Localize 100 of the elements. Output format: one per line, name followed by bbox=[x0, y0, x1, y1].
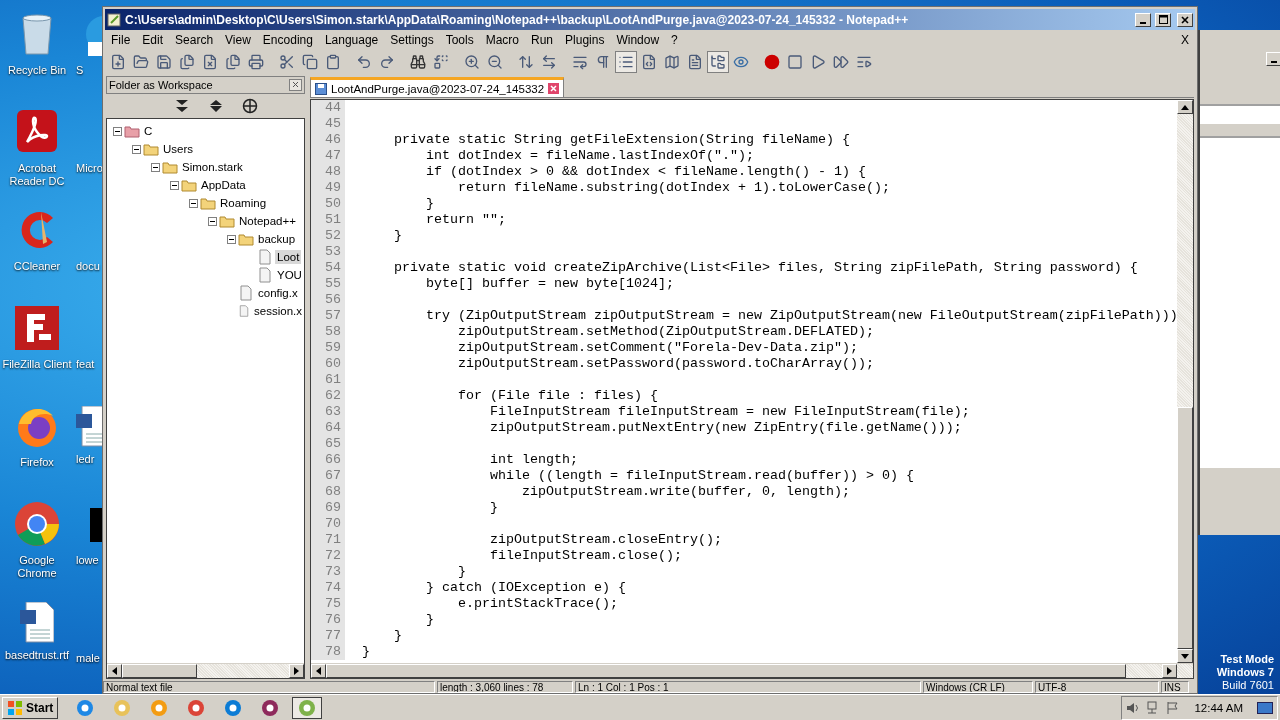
maximize-button[interactable] bbox=[1155, 12, 1171, 27]
chrome-app-icon bbox=[13, 500, 61, 548]
menu-item[interactable]: Window bbox=[610, 31, 666, 49]
close-panel-button[interactable] bbox=[289, 79, 302, 91]
scroll-thumb[interactable] bbox=[1177, 407, 1193, 649]
folder-tree-button[interactable] bbox=[707, 51, 729, 73]
document-tab[interactable]: LootAndPurge.java@2023-07-24_145332 bbox=[310, 77, 565, 97]
flag-icon[interactable] bbox=[1166, 700, 1181, 715]
menu-item[interactable]: Edit bbox=[136, 31, 170, 49]
line-number: 54 bbox=[311, 260, 345, 276]
folder-icon bbox=[181, 177, 197, 193]
tree-item[interactable]: Loot bbox=[275, 250, 302, 264]
desktop-icon-label[interactable]: S bbox=[76, 64, 84, 77]
code-line: e.printStackTrace(); bbox=[456, 596, 618, 612]
code-line: zipOutputStream.setPassword(password.toCharArray()); bbox=[456, 356, 874, 372]
menu-item[interactable]: Tools bbox=[439, 31, 480, 49]
save-icon bbox=[156, 54, 172, 70]
tree-item[interactable]: AppData bbox=[199, 178, 248, 192]
line-number: 48 bbox=[311, 164, 345, 180]
code-line: } bbox=[488, 500, 498, 516]
menu-item[interactable]: Macro bbox=[479, 31, 525, 49]
minimize-icon bbox=[1140, 21, 1146, 24]
minimize-button[interactable] bbox=[1135, 12, 1151, 27]
collapse-toggle[interactable] bbox=[208, 216, 217, 226]
desktop-icon-label[interactable]: basedtrust.rtf bbox=[2, 649, 72, 662]
code-line: private static void createZipArchive(List<File> files, String zipFilePath, String password) { bbox=[393, 260, 1138, 276]
play-icon bbox=[810, 54, 826, 70]
show-desktop-icon[interactable] bbox=[1257, 700, 1273, 715]
collapse-toggle[interactable] bbox=[227, 234, 236, 244]
scroll-left-button[interactable] bbox=[311, 664, 326, 678]
code-line: } catch (IOException e) { bbox=[425, 580, 626, 596]
close-document-button[interactable]: X bbox=[1175, 33, 1195, 47]
scroll-thumb[interactable] bbox=[122, 664, 197, 678]
line-number: 76 bbox=[311, 612, 345, 628]
line-number: 47 bbox=[311, 148, 345, 164]
menu-item[interactable]: Settings bbox=[384, 31, 440, 49]
system-notice-text: Build 7601 bbox=[1222, 679, 1274, 692]
tree-item[interactable]: Users bbox=[161, 142, 196, 156]
close-all-icon bbox=[225, 54, 241, 70]
code-line: zipOutputStream.putNextEntry(new ZipEntry(file.getName())); bbox=[488, 420, 962, 436]
paste-icon bbox=[325, 54, 341, 70]
drive-icon bbox=[124, 123, 140, 139]
scroll-up-button[interactable] bbox=[1177, 100, 1193, 114]
line-number: 74 bbox=[311, 580, 345, 596]
collapse-toggle[interactable] bbox=[113, 126, 122, 136]
notepad-taskbar-button[interactable] bbox=[292, 696, 323, 719]
desktop-icon-label[interactable]: Firefox bbox=[2, 456, 72, 469]
desktop-icon-label[interactable]: Google Chrome bbox=[2, 554, 72, 580]
menu-item[interactable]: Encoding bbox=[256, 31, 319, 49]
menu-item[interactable]: View bbox=[219, 31, 257, 49]
menu-item[interactable]: Language bbox=[318, 31, 385, 49]
menu-item[interactable]: File bbox=[105, 31, 137, 49]
caret-down-icon bbox=[1181, 653, 1189, 659]
locate-icon[interactable] bbox=[241, 98, 258, 114]
folder-icon bbox=[238, 231, 254, 247]
scroll-right-button[interactable] bbox=[1162, 664, 1177, 678]
code-line: byte[] buffer = new byte[1024]; bbox=[425, 276, 674, 292]
horizontal-sync-icon bbox=[541, 54, 557, 70]
menu-item[interactable]: Plugins bbox=[559, 31, 611, 49]
line-number: 73 bbox=[311, 564, 345, 580]
minimize-button[interactable] bbox=[1266, 52, 1280, 66]
tree-item[interactable]: Roaming bbox=[218, 196, 269, 210]
collapse-toggle[interactable] bbox=[151, 162, 160, 172]
speaker-icon[interactable] bbox=[1126, 700, 1141, 715]
code-line: } bbox=[361, 644, 370, 660]
close-tab-icon[interactable] bbox=[548, 83, 560, 94]
scroll-right-button[interactable] bbox=[289, 664, 304, 678]
line-number: 78 bbox=[311, 644, 345, 660]
scroll-down-button[interactable] bbox=[1177, 649, 1193, 663]
line-number: 62 bbox=[311, 388, 345, 404]
menu-item[interactable]: Run bbox=[525, 31, 560, 49]
tree-item[interactable]: session.x bbox=[252, 304, 304, 318]
desktop-icon-label[interactable]: Recycle Bin bbox=[2, 64, 72, 77]
code-line: while ((length = fileInputStream.read(buffer)) > 0) { bbox=[488, 468, 914, 484]
tree-item[interactable]: C bbox=[142, 124, 155, 138]
collapse-toggle[interactable] bbox=[189, 198, 198, 208]
tree-item[interactable]: backup bbox=[256, 232, 298, 246]
menu-item[interactable]: ? bbox=[665, 31, 684, 49]
menu-item[interactable]: Search bbox=[169, 31, 220, 49]
tree-item[interactable]: Simon.stark bbox=[180, 160, 245, 174]
collapse-toggle[interactable] bbox=[170, 180, 179, 190]
desktop-icon-label[interactable]: male bbox=[76, 652, 100, 665]
tree-item[interactable]: Notepad++ bbox=[237, 214, 298, 228]
collapse-toggle[interactable] bbox=[132, 144, 141, 154]
tree-item[interactable]: config.x bbox=[256, 286, 300, 300]
indent-guide-button[interactable] bbox=[615, 51, 637, 73]
start-button[interactable]: Start bbox=[2, 696, 59, 719]
scroll-left-button[interactable] bbox=[107, 664, 122, 678]
clock[interactable]: 12:44 AM bbox=[1194, 701, 1243, 714]
line-number: 69 bbox=[311, 500, 345, 516]
panel-title: Folder as Workspace bbox=[109, 79, 213, 91]
line-number: 77 bbox=[311, 628, 345, 644]
tree-item[interactable]: YOU bbox=[275, 268, 304, 282]
stop-icon bbox=[787, 54, 803, 70]
close-button[interactable] bbox=[1177, 12, 1193, 27]
desktop-icon-label[interactable]: lowe bbox=[76, 554, 99, 567]
word-wrap-icon bbox=[572, 54, 588, 70]
scroll-thumb[interactable] bbox=[326, 664, 1126, 678]
file-icon bbox=[257, 249, 273, 265]
code-line: int dotIndex = fileName.lastIndexOf("."); bbox=[425, 148, 754, 164]
